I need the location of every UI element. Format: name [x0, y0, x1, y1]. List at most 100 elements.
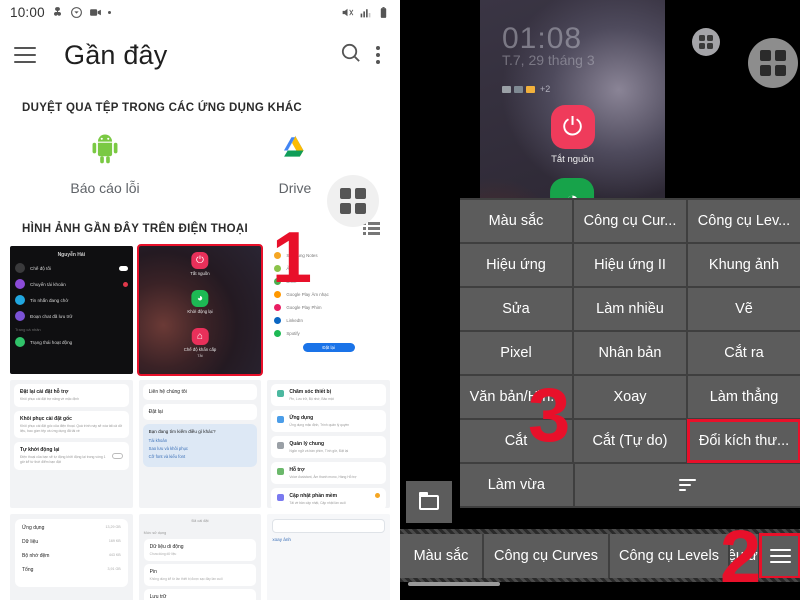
- row-icon: [277, 494, 285, 501]
- emergency-icon: ⌂: [191, 328, 209, 345]
- photo-editor-panel: 01:08 T.7, 29 tháng 3 +2 ⏻ Tắt nguồn ◕ K…: [400, 0, 800, 600]
- row-icon: [277, 416, 285, 423]
- annotation-number-3: 3: [528, 373, 571, 458]
- usage-title: Dữ liệu di động: [149, 544, 184, 550]
- link-item: Liên hệ chúng tôi: [142, 384, 258, 400]
- thumbnail-item[interactable]: xoay ảnh: [267, 514, 390, 600]
- app-grid-icon[interactable]: [748, 38, 798, 88]
- menu-item-pixel[interactable]: Pixel: [460, 332, 572, 374]
- settings-card: Tự khởi động lại Điện thoại của bạn sẽ t…: [14, 442, 129, 470]
- thumbnail-item[interactable]: Đặt lại cài đặt hỗ trợ Khôi phục cài đặt…: [10, 380, 133, 508]
- annotation-number-2: 2: [720, 515, 762, 598]
- app-shortcut-bug-report[interactable]: Báo cáo lỗi: [10, 130, 200, 196]
- nav-gesture-hint: [408, 582, 500, 586]
- storage-card: Ứng dụng 13,29 GB Dữ liệu 169 KB Bộ nhớ đệ…: [15, 519, 128, 587]
- menu-item-levels[interactable]: Công cụ Lev...: [688, 200, 800, 242]
- row-desc: Pin, Lưu trữ, Bộ nhớ, Bảo mật: [289, 397, 334, 401]
- app-shortcut-label: Drive: [278, 180, 312, 196]
- dot-icon: [107, 10, 111, 14]
- toolbar-item-mau-sac[interactable]: Màu sắc: [400, 534, 482, 578]
- app-grid-icon[interactable]: [327, 175, 379, 227]
- thumbnail-item[interactable]: Liên hệ chúng tôi Đặt lại Bạn đang tìm k…: [138, 380, 262, 508]
- row-label: Tin nhắn đang chờ: [30, 297, 69, 303]
- menu-row: Văn bản/Hìn... Xoay Làm thẳng: [460, 376, 800, 418]
- row-icon: [15, 263, 25, 273]
- menu-item-hieu-ung-2[interactable]: Hiệu ứng II: [574, 244, 686, 286]
- thumbnail-item-selected[interactable]: ⏻ Tắt nguồn ◕ Khởi động lại ⌂ Chế độ khẩ…: [136, 244, 264, 376]
- reset-button: Đặt lại: [302, 343, 355, 352]
- thumb-row: Chế độ tối: [15, 263, 128, 273]
- list-view-icon[interactable]: [363, 222, 380, 236]
- menu-item-hieu-ung[interactable]: Hiệu ứng: [460, 244, 572, 286]
- storage-value: 169 KB: [108, 539, 121, 543]
- power-item-label: Tắt nguồn: [190, 271, 210, 276]
- power-item-label: Khởi động lại: [187, 309, 213, 314]
- menu-item-nhan-ban[interactable]: Nhân bản: [574, 332, 686, 374]
- notification-icons: +2: [502, 84, 550, 94]
- storage-name: Ứng dụng: [22, 525, 45, 531]
- menu-item-khung-anh[interactable]: Khung ảnh: [688, 244, 800, 286]
- kebab-icon[interactable]: [376, 46, 380, 64]
- thumbnail-item[interactable]: Chăm sóc thiết bị Pin, Lưu trữ, Bộ nhớ, B…: [267, 380, 390, 508]
- thumbnail-item[interactable]: Ứng dụng 13,29 GB Dữ liệu 169 KB Bộ nhớ đệ…: [10, 514, 133, 600]
- row-title: Chăm sóc thiết bị: [289, 389, 332, 395]
- card-title: Tự khởi động lại: [20, 447, 60, 454]
- menu-item-sua[interactable]: Sửa: [460, 288, 572, 330]
- storage-name: Bộ nhớ đệm: [22, 553, 50, 559]
- menu-item-ve[interactable]: Vẽ: [688, 288, 800, 330]
- card-toggle: [111, 453, 123, 460]
- power-off-item[interactable]: ⏻ Tắt nguồn: [550, 105, 595, 165]
- notif-icon: [526, 85, 535, 93]
- app-icon: [274, 330, 282, 337]
- power-off-icon: ⏻: [191, 252, 209, 269]
- menu-item-mau-sac[interactable]: Màu sắc: [460, 200, 572, 242]
- usage-title: Lưu trữ: [149, 594, 167, 600]
- toolbar-item-levels[interactable]: Công cụ Levels: [610, 534, 728, 578]
- card-desc: Khôi phục cài đặt trợ năng về mặc định: [20, 397, 79, 401]
- folder-button[interactable]: [406, 481, 452, 523]
- folder-icon: [419, 491, 439, 510]
- search-icon[interactable]: [339, 41, 362, 69]
- menu-item-xoay[interactable]: Xoay: [574, 376, 686, 418]
- power-off-icon: ⏻: [550, 105, 595, 149]
- usage-card: Dữ liệu di động Chưa dùng dữ liệu: [143, 539, 257, 561]
- app-grid-icon[interactable]: [692, 28, 720, 56]
- menu-item-cat-ra[interactable]: Cắt ra: [688, 332, 800, 374]
- row-icon: [15, 337, 25, 347]
- grid-glyph: [699, 35, 713, 49]
- toolbar-item-curves[interactable]: Công cụ Curves: [484, 534, 608, 578]
- menu-item-lam-vua[interactable]: Làm vừa: [460, 464, 573, 506]
- thumbnail-item[interactable]: Đã cài đặt Mức sử dụng Dữ liệu di động Ch…: [138, 514, 262, 600]
- storage-row: Ứng dụng 13,29 GB: [22, 525, 121, 531]
- pinwheel-icon: [51, 6, 64, 19]
- menu-item-sort[interactable]: [574, 464, 800, 506]
- menu-item-doi-kich-thuoc[interactable]: Đổi kích thư...: [687, 419, 800, 463]
- row-icon: [277, 442, 285, 449]
- google-drive-icon: [278, 130, 312, 164]
- row-icon: [277, 468, 285, 475]
- recent-section-row: HÌNH ẢNH GẦN ĐÂY TRÊN ĐIỆN THOẠI: [0, 222, 400, 236]
- usage-desc: Không dùng kể từ lần thiết bị được sạc đ…: [149, 577, 223, 581]
- page-title: Gần đây: [64, 39, 168, 70]
- row-desc: Ngôn ngữ và bàn phím, Tính giờ, Đặt lại: [289, 449, 349, 453]
- storage-value: 13,29 GB: [105, 525, 121, 529]
- row-icon: [15, 311, 25, 321]
- menu-item-lam-thang[interactable]: Làm thẳng: [688, 376, 800, 418]
- row-label: Đoạn chat đã lưu trữ: [30, 313, 73, 319]
- usage-title: Pin: [149, 569, 157, 575]
- row-title: Ứng dụng: [289, 415, 314, 421]
- menu-item-cat-tu-do[interactable]: Cắt (Tự do): [574, 420, 686, 462]
- usage-card: Lưu trữ: [143, 589, 257, 600]
- editor-menu-panel: Màu sắc Công cụ Cur... Công cụ Lev... Hi…: [460, 198, 800, 508]
- storage-row: Dữ liệu 169 KB: [22, 539, 121, 545]
- thumbnail-item[interactable]: Nguyễn Hải Chế độ tối Chuyển tài khoản T…: [10, 246, 133, 374]
- annotation-number-1: 1: [272, 218, 313, 298]
- hamburger-icon[interactable]: [14, 47, 36, 63]
- usage-desc: Chưa dùng dữ liệu: [149, 552, 177, 556]
- menu-item-lam-nhieu[interactable]: Làm nhiều: [574, 288, 686, 330]
- toolbar-menu-button[interactable]: [759, 533, 800, 579]
- thumb-row: Tin nhắn đang chờ: [15, 295, 128, 305]
- storage-value: 3,91 GB: [107, 567, 121, 571]
- grid-glyph: [760, 50, 786, 76]
- menu-item-curves[interactable]: Công cụ Cur...: [574, 200, 686, 242]
